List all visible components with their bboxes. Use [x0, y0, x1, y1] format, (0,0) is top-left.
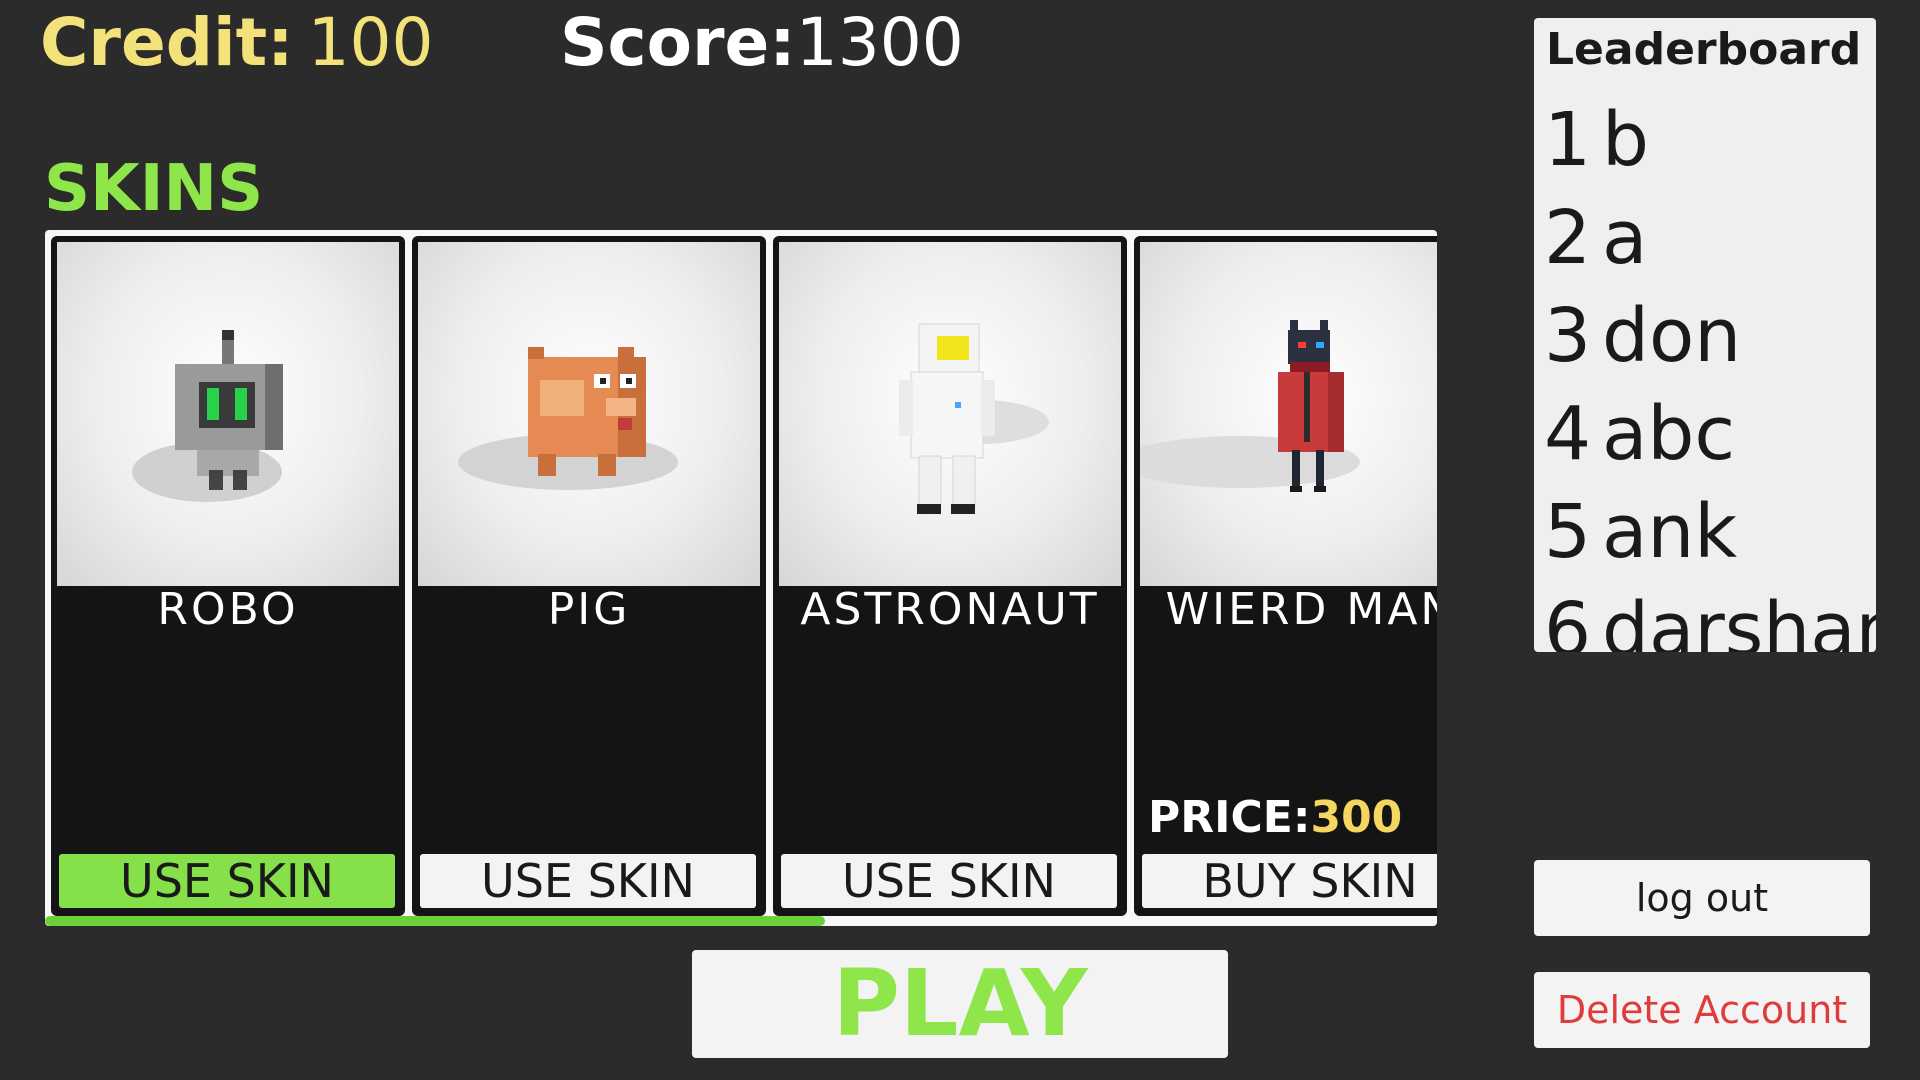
carousel-scrollbar-thumb[interactable] [45, 916, 825, 926]
leaderboard-rank: 3 [1544, 293, 1592, 379]
score-value: 1300 [795, 4, 964, 81]
credit-value: 100 [307, 4, 434, 81]
buy-skin-button[interactable]: BUY SKIN [1142, 854, 1437, 908]
use-skin-button[interactable]: USE SKIN [420, 854, 756, 908]
leaderboard-player: darshan [1602, 587, 1876, 652]
delete-account-button[interactable]: Delete Account [1534, 972, 1870, 1048]
skins-heading: SKINS [44, 152, 264, 226]
robo-preview-image [57, 242, 399, 586]
leaderboard-player: b [1602, 97, 1649, 183]
skin-name: PIG [547, 584, 631, 635]
credit-display: Credit: 100 [40, 4, 434, 81]
leaderboard-panel: Leaderboard 1b 2a 3 don 4 abc 5 ank 6 darsha… [1534, 18, 1876, 652]
leaderboard-player: don [1602, 293, 1742, 379]
skin-name: ASTRONAUT [800, 584, 1100, 635]
leaderboard-player: abc [1602, 391, 1736, 477]
score-display: Score:1300 [560, 4, 964, 81]
skins-carousel[interactable]: ROBO USE SKIN PIG USE SKIN ASTRONAUT USE… [45, 230, 1437, 926]
skin-card-pig: PIG USE SKIN [412, 236, 766, 916]
astronaut-preview-image [779, 242, 1121, 586]
score-label: Score: [560, 4, 796, 81]
leaderboard-entry: 3 don [1544, 288, 1741, 384]
skin-name: ROBO [157, 584, 299, 635]
leaderboard-rank: 1 [1544, 97, 1592, 183]
use-skin-button[interactable]: USE SKIN [59, 854, 395, 908]
skin-card-robo: ROBO USE SKIN [51, 236, 405, 916]
leaderboard-rank: 5 [1544, 489, 1592, 575]
leaderboard-rank: 4 [1544, 391, 1592, 477]
skin-name: WIERD MAN [1165, 584, 1437, 635]
logout-button[interactable]: log out [1534, 860, 1870, 936]
leaderboard-entry: 2a [1544, 190, 1647, 286]
leaderboard-player: a [1602, 195, 1648, 281]
leaderboard-rank: 2 [1544, 195, 1592, 281]
leaderboard-entry: 4 abc [1544, 386, 1735, 482]
leaderboard-rank: 6 [1544, 587, 1592, 652]
wierd-man-preview-image [1140, 242, 1437, 586]
leaderboard-title: Leaderboard [1546, 24, 1862, 75]
leaderboard-entry: 1b [1544, 92, 1649, 188]
leaderboard-entry: 5 ank [1544, 484, 1737, 580]
skin-card-astronaut: ASTRONAUT USE SKIN [773, 236, 1127, 916]
play-button[interactable]: PLAY [692, 950, 1228, 1058]
price-label: PRICE: [1148, 792, 1311, 843]
leaderboard-player: ank [1602, 489, 1738, 575]
use-skin-button[interactable]: USE SKIN [781, 854, 1117, 908]
price-value: 300 [1310, 792, 1403, 843]
credit-label: Credit: [40, 4, 294, 81]
leaderboard-entry: 6 darshan [1544, 582, 1876, 652]
pig-preview-image [418, 242, 760, 586]
skin-card-wierd-man: WIERD MAN PRICE:300 BUY SKIN [1134, 236, 1437, 916]
skin-price: PRICE:300 [1148, 792, 1402, 843]
